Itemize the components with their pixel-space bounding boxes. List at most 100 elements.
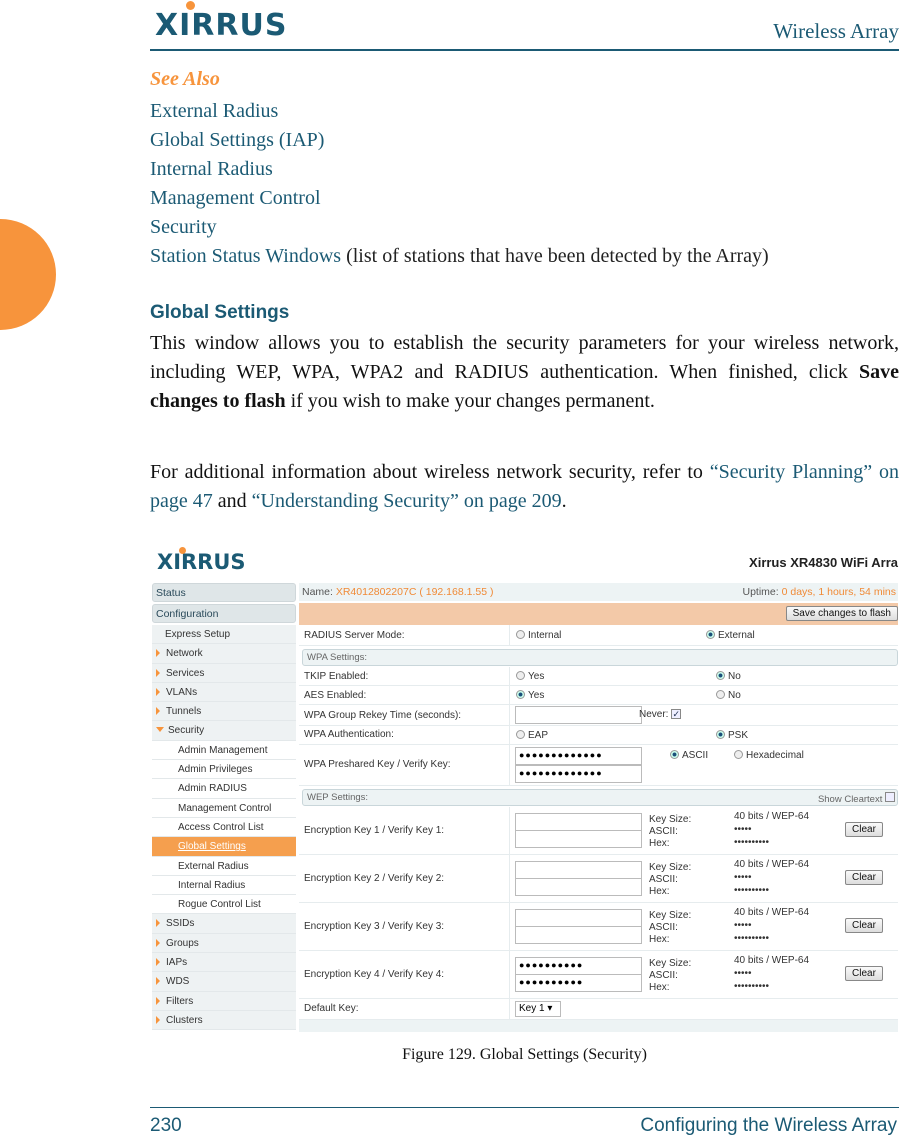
info-label: ASCII: bbox=[649, 970, 678, 981]
key-ascii-value: ••••• bbox=[734, 968, 752, 979]
paragraph-1: This window allows you to establish the … bbox=[150, 329, 899, 416]
radio-unselected-icon[interactable] bbox=[516, 671, 525, 680]
radio-eap[interactable]: EAP bbox=[516, 730, 548, 741]
link-global-settings-iap[interactable]: Global Settings (IAP) bbox=[150, 129, 324, 151]
tkip-row-label: TKIP Enabled: bbox=[304, 671, 369, 682]
sidebar-item-rogue-control-list[interactable]: Rogue Control List bbox=[152, 895, 296, 915]
encryption-key-4-row: Encryption Key 4 / Verify Key 4: ●●●●●●●●… bbox=[299, 951, 898, 999]
radio-yes[interactable]: Yes bbox=[516, 690, 544, 701]
radio-unselected-icon[interactable] bbox=[734, 750, 743, 759]
key-4-input[interactable]: ●●●●●●●●●● bbox=[515, 957, 642, 975]
key-1-input[interactable] bbox=[515, 813, 642, 831]
verify-key-2-input[interactable] bbox=[515, 878, 642, 896]
sidebar-item-vlans[interactable]: VLANs bbox=[152, 682, 296, 703]
psk-input[interactable]: ●●●●●●●●●●●●● bbox=[515, 747, 642, 765]
sidebar-item-groups[interactable]: Groups bbox=[152, 933, 296, 954]
sidebar-item-admin-radius[interactable]: Admin RADIUS bbox=[152, 779, 296, 799]
column-divider bbox=[509, 951, 510, 998]
radio-hexadecimal[interactable]: Hexadecimal bbox=[734, 750, 804, 761]
sidebar-item-external-radius[interactable]: External Radius bbox=[152, 856, 296, 876]
sidebar-item-ssids[interactable]: SSIDs bbox=[152, 914, 296, 934]
never-label: Never: bbox=[639, 709, 669, 720]
radio-unselected-icon[interactable] bbox=[516, 630, 525, 639]
radio-unselected-icon[interactable] bbox=[716, 690, 725, 699]
sidebar-item-security[interactable]: Security bbox=[152, 721, 296, 741]
key-3-input[interactable] bbox=[515, 909, 642, 927]
radio-selected-icon[interactable] bbox=[716, 730, 725, 739]
sidebar-item-services[interactable]: Services bbox=[152, 663, 296, 683]
radio-selected-icon[interactable] bbox=[716, 671, 725, 680]
never-checkbox[interactable]: ✓ bbox=[671, 709, 682, 719]
sidebar-item-internal-radius[interactable]: Internal Radius bbox=[152, 875, 296, 896]
psk-row-label: WPA Preshared Key / Verify Key: bbox=[304, 759, 451, 770]
p2-text: For additional information about wireles… bbox=[150, 461, 710, 483]
psk-verify-input[interactable]: ●●●●●●●●●●●●● bbox=[515, 765, 642, 783]
sidebar-item-label: Tunnels bbox=[166, 706, 202, 718]
radio-no[interactable]: No bbox=[716, 671, 741, 682]
info-label: ASCII: bbox=[649, 874, 678, 885]
radio-selected-icon[interactable] bbox=[516, 690, 525, 699]
verify-key-1-input[interactable] bbox=[515, 830, 642, 848]
rekey-time-input[interactable] bbox=[515, 706, 642, 724]
verify-key-4-input[interactable]: ●●●●●●●●●● bbox=[515, 974, 642, 992]
sidebar-item-label: Groups bbox=[166, 937, 199, 949]
clear-key-1-button[interactable]: Clear bbox=[845, 822, 883, 837]
radio-selected-icon[interactable] bbox=[670, 750, 679, 759]
internal-label: Internal bbox=[528, 630, 562, 641]
link-management-control[interactable]: Management Control bbox=[150, 187, 321, 209]
column-divider bbox=[509, 705, 510, 725]
radio-external[interactable]: External bbox=[706, 630, 755, 641]
sidebar-item-network[interactable]: Network bbox=[152, 644, 296, 664]
caret-right-icon bbox=[156, 707, 160, 716]
radio-psk[interactable]: PSK bbox=[716, 730, 748, 741]
encryption-key-1-row-label: Encryption Key 1 / Verify Key 1: bbox=[304, 825, 445, 836]
link-station-status[interactable]: Station Status Windows bbox=[150, 245, 341, 267]
radius-server-mode-row: RADIUS Server Mode: Internal External bbox=[299, 625, 898, 646]
sidebar-header-configuration[interactable]: Configuration bbox=[152, 604, 296, 623]
sidebar-item-label: Admin Privileges bbox=[178, 764, 253, 776]
clear-key-2-button[interactable]: Clear bbox=[845, 870, 883, 885]
sidebar-item-express-setup[interactable]: Express Setup bbox=[152, 625, 296, 645]
sidebar-item-filters[interactable]: Filters bbox=[152, 991, 296, 1011]
sidebar-item-iaps[interactable]: IAPs bbox=[152, 953, 296, 973]
link-understanding-security[interactable]: “Understanding Security” on page 209 bbox=[252, 490, 562, 512]
sidebar-item-access-control-list[interactable]: Access Control List bbox=[152, 817, 296, 838]
sidebar-item-admin-privileges[interactable]: Admin Privileges bbox=[152, 760, 296, 780]
wpa-auth-row-label: WPA Authentication: bbox=[304, 729, 394, 740]
link-security[interactable]: Security bbox=[150, 216, 217, 238]
yes-label: Yes bbox=[528, 690, 545, 701]
link-external-radius[interactable]: External Radius bbox=[150, 100, 278, 122]
info-label: ASCII: bbox=[649, 826, 678, 837]
verify-key-3-input[interactable] bbox=[515, 926, 642, 944]
sidebar-item-label: Filters bbox=[166, 995, 194, 1007]
sidebar-item-global-settings[interactable]: Global Settings bbox=[152, 837, 296, 857]
eap-label: EAP bbox=[528, 730, 549, 741]
info-label: Hex: bbox=[649, 838, 670, 849]
sidebar-item-admin-management[interactable]: Admin Management bbox=[152, 740, 296, 761]
radio-internal[interactable]: Internal bbox=[516, 630, 561, 641]
clear-key-3-button[interactable]: Clear bbox=[845, 918, 883, 933]
radio-no[interactable]: No bbox=[716, 690, 741, 701]
sidebar-item-tunnels[interactable]: Tunnels bbox=[152, 702, 296, 722]
save-changes-button[interactable]: Save changes to flash bbox=[785, 606, 898, 621]
show-cleartext-label: Show Cleartext bbox=[817, 794, 883, 805]
sidebar-item-label: Security bbox=[168, 725, 205, 737]
default-key-select[interactable]: Key 1 ▾ bbox=[515, 1001, 561, 1017]
figure-screenshot: XIRRUS Xirrus XR4830 WiFi Arra Status Con… bbox=[152, 546, 898, 1032]
clear-key-4-button[interactable]: Clear bbox=[845, 966, 883, 981]
radio-unselected-icon[interactable] bbox=[516, 730, 525, 739]
key-2-input[interactable] bbox=[515, 861, 642, 879]
sidebar-item-management-control[interactable]: Management Control bbox=[152, 798, 296, 818]
radio-ascii[interactable]: ASCII bbox=[670, 750, 708, 761]
show-cleartext-checkbox[interactable] bbox=[885, 792, 895, 802]
radio-selected-icon[interactable] bbox=[706, 630, 715, 639]
encryption-key-1-row: Encryption Key 1 / Verify Key 1: Key Size… bbox=[299, 807, 898, 855]
sidebar-item-clusters[interactable]: Clusters bbox=[152, 1010, 296, 1031]
settings-panel: Name: XR4012802207C ( 192.168.1.55 ) Upti… bbox=[299, 583, 898, 1032]
key-hex-value: •••••••••• bbox=[734, 981, 770, 992]
link-internal-radius[interactable]: Internal Radius bbox=[150, 158, 273, 180]
sidebar-item-wds[interactable]: WDS bbox=[152, 972, 296, 992]
sidebar-header-status[interactable]: Status bbox=[152, 583, 296, 602]
radio-yes[interactable]: Yes bbox=[516, 671, 544, 682]
caret-right-icon bbox=[156, 996, 160, 1005]
